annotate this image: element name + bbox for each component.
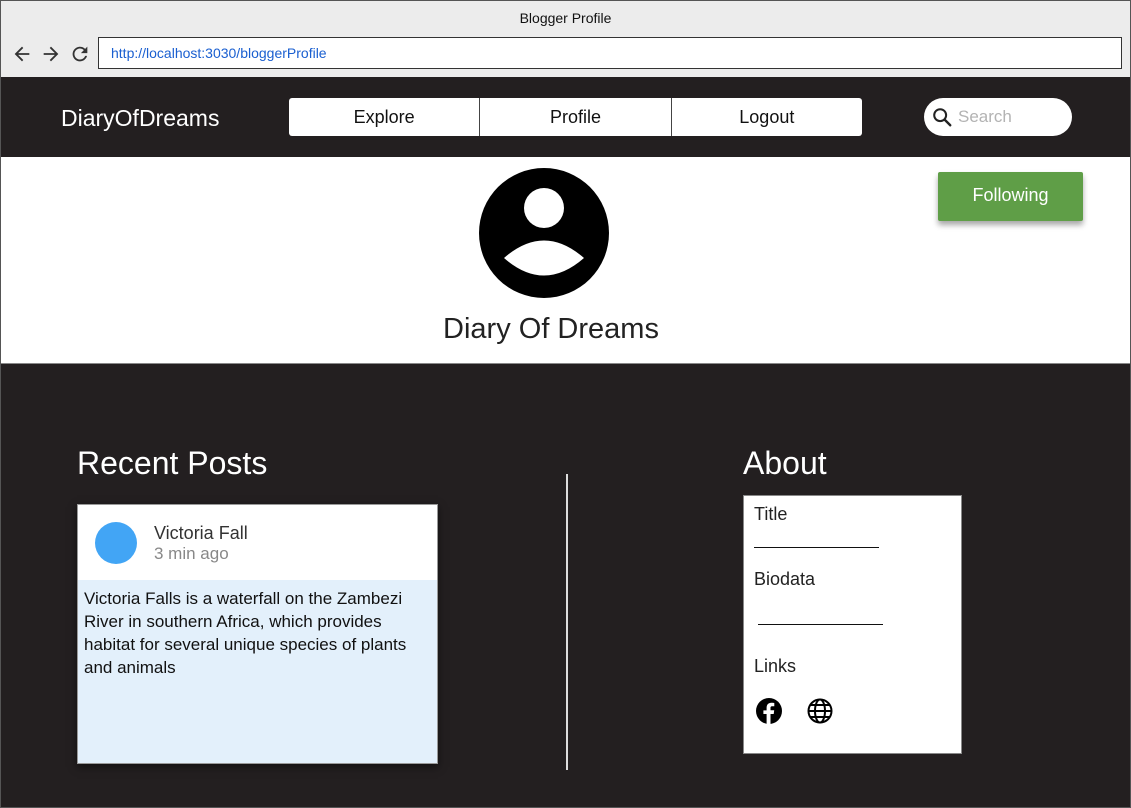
- profile-name: Diary Of Dreams: [443, 313, 659, 345]
- post-author-avatar: [95, 522, 137, 564]
- profile-banner: Diary Of Dreams Following: [1, 157, 1130, 364]
- facebook-link[interactable]: [755, 697, 783, 725]
- forward-button[interactable]: [39, 42, 63, 66]
- globe-icon: [807, 698, 833, 724]
- post-card[interactable]: Victoria Fall 3 min ago Victoria Falls i…: [77, 504, 438, 764]
- brand-logo[interactable]: DiaryOfDreams: [61, 105, 219, 132]
- about-title-label: Title: [754, 504, 788, 524]
- search-icon: [933, 108, 952, 127]
- about-title: About: [743, 445, 827, 481]
- section-divider: [566, 474, 568, 770]
- facebook-icon: [756, 698, 782, 724]
- browser-toolbar: http://localhost:3030/bloggerProfile: [1, 35, 1130, 77]
- title-value-line: [754, 547, 879, 548]
- post-card-header: Victoria Fall 3 min ago: [78, 505, 437, 580]
- address-bar[interactable]: http://localhost:3030/bloggerProfile: [98, 37, 1122, 69]
- about-biodata-label: Biodata: [754, 569, 816, 589]
- post-title[interactable]: Victoria Fall: [154, 523, 248, 544]
- browser-window: Blogger Profile http://localhost:3030/bl…: [0, 0, 1131, 808]
- main-nav: Explore Profile Logout: [289, 98, 862, 136]
- app-header: DiaryOfDreams Explore Profile Logout: [1, 77, 1130, 157]
- user-avatar-icon: [479, 168, 609, 298]
- reload-button[interactable]: [68, 42, 92, 66]
- search-box: [924, 98, 1072, 136]
- biodata-value-line: [758, 624, 883, 625]
- post-body: Victoria Falls is a waterfall on the Zam…: [84, 589, 407, 677]
- nav-explore[interactable]: Explore: [289, 98, 481, 136]
- about-links-label: Links: [754, 656, 797, 676]
- about-panel: Title Biodata Links: [743, 495, 962, 754]
- arrow-right-icon: [43, 46, 59, 62]
- nav-profile[interactable]: Profile: [480, 98, 672, 136]
- window-title: Blogger Profile: [1, 1, 1130, 35]
- search-input[interactable]: [956, 106, 1060, 128]
- back-button[interactable]: [10, 42, 34, 66]
- website-link[interactable]: [806, 697, 834, 725]
- post-timestamp: 3 min ago: [154, 544, 229, 563]
- following-button[interactable]: Following: [938, 172, 1083, 221]
- arrow-left-icon: [14, 46, 30, 62]
- reload-icon: [72, 46, 88, 62]
- recent-posts-title: Recent Posts: [77, 445, 268, 481]
- nav-logout[interactable]: Logout: [672, 98, 862, 136]
